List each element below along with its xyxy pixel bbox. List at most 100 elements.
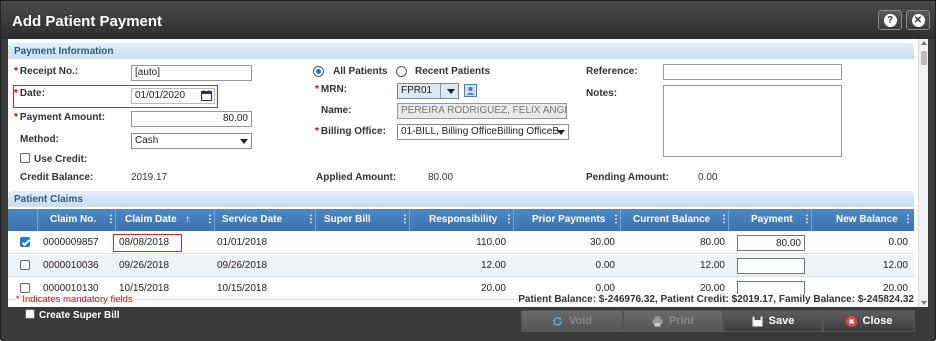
mrn-value: FPR01 xyxy=(401,85,433,96)
dialog-titlebar: Add Patient Payment ? ✕ xyxy=(1,1,935,39)
save-label: Save xyxy=(768,315,795,327)
date-label: * Date: xyxy=(14,88,45,99)
balances-summary: Patient Balance: $-246976.32, Patient Cr… xyxy=(518,294,914,305)
payment-amount-input[interactable]: 80.00 xyxy=(131,111,252,127)
chevron-down-icon xyxy=(557,130,565,135)
vertical-scrollbar[interactable] xyxy=(918,39,928,307)
reference-input[interactable] xyxy=(663,64,842,80)
service-date-cell: 09/26/2018 xyxy=(217,260,268,271)
close-label: Close xyxy=(862,315,893,327)
claim-date-cell: 09/26/2018 xyxy=(119,260,170,271)
add-patient-payment-dialog: Add Patient Payment ? ✕ Payment Informat… xyxy=(0,0,936,341)
recent-patients-label: Recent Patients xyxy=(415,66,491,77)
column-menu-icon[interactable]: ⋮ xyxy=(306,209,316,231)
date-value: 01/01/2020 xyxy=(135,90,186,101)
service-date-cell: 10/15/2018 xyxy=(217,283,268,294)
dialog-title: Add Patient Payment xyxy=(12,13,163,30)
column-super-bill[interactable]: Super Bill ⋮ xyxy=(316,209,410,231)
mrn-select[interactable]: FPR01 xyxy=(397,83,459,99)
claim-date-cell: 08/08/2018 xyxy=(119,237,170,248)
claim-no-cell: 0000009857 xyxy=(43,237,99,248)
refresh-icon xyxy=(552,316,563,327)
column-claim-no[interactable]: Claim No. ⋮ xyxy=(38,209,116,231)
table-row[interactable]: 0000009857 08/08/2018 01/01/2018 110.00 … xyxy=(8,232,914,254)
close-circle-icon xyxy=(845,315,857,327)
print-button[interactable]: Print xyxy=(623,310,723,332)
column-prior-payments[interactable]: Prior Payments ⋮ xyxy=(514,209,621,231)
save-icon xyxy=(752,316,763,327)
close-icon: ✕ xyxy=(911,13,925,27)
credit-balance-value: 2019.17 xyxy=(131,172,168,183)
use-credit-checkbox[interactable] xyxy=(20,153,30,163)
method-label: Method: xyxy=(20,134,59,145)
current-balance-cell: 12.00 xyxy=(699,260,725,271)
payment-input[interactable]: 80.00 xyxy=(737,235,805,251)
column-menu-icon[interactable]: ⋮ xyxy=(205,209,215,231)
patient-name-input: PEREIRA RODRIGUEZ, FELIX ANGEL L (E xyxy=(397,103,567,119)
void-button[interactable]: Void xyxy=(521,310,623,332)
new-balance-cell: 0.00 xyxy=(888,237,908,248)
mandatory-fields-note: * Indicates mandatory fields xyxy=(16,294,133,305)
pending-amount-label: Pending Amount: xyxy=(586,172,669,183)
column-menu-icon[interactable]: ⋮ xyxy=(504,209,514,231)
column-new-balance[interactable]: New Balance ⋮ xyxy=(812,209,914,231)
column-responsibility[interactable]: Responsibility ⋮ xyxy=(410,209,514,231)
row-select-checkbox[interactable] xyxy=(20,237,30,247)
row-select-checkbox[interactable] xyxy=(20,260,30,270)
column-menu-icon[interactable]: ⋮ xyxy=(611,209,621,231)
method-value: Cash xyxy=(135,135,159,146)
close-button[interactable]: Close xyxy=(823,310,915,332)
claim-no-cell: 0000010036 xyxy=(43,260,99,271)
row-select-checkbox[interactable] xyxy=(20,283,30,293)
all-patients-radio[interactable] xyxy=(313,66,324,77)
receipt-input[interactable]: [auto] xyxy=(131,65,252,81)
name-label: Name: xyxy=(321,105,352,116)
close-dialog-button[interactable]: ✕ xyxy=(906,10,930,30)
dialog-footer: Create Super Bill Void Print Save Close xyxy=(1,307,935,341)
mrn-label: * MRN: xyxy=(315,84,348,95)
responsibility-cell: 110.00 xyxy=(476,237,506,248)
help-button[interactable]: ? xyxy=(878,10,902,30)
patient-claims-header: Patient Claims xyxy=(8,191,914,207)
print-label: Print xyxy=(668,315,695,327)
recent-patients-radio[interactable] xyxy=(396,66,407,77)
service-date-cell: 01/01/2018 xyxy=(217,237,268,248)
credit-balance-label: Credit Balance: xyxy=(20,172,94,183)
claims-grid-header: Claim No. ⋮ Claim Date ↑ ⋮ Service Date ⋮ Su… xyxy=(8,209,914,231)
void-label: Void xyxy=(568,315,592,327)
pending-amount-value: 0.00 xyxy=(698,172,718,183)
column-current-balance[interactable]: Current Balance ⋮ xyxy=(621,209,729,231)
column-menu-icon[interactable]: ⋮ xyxy=(400,209,410,231)
column-payment[interactable]: Payment ⋮ xyxy=(729,209,812,231)
notes-label: Notes: xyxy=(586,88,618,99)
method-select[interactable]: Cash xyxy=(131,133,252,149)
payment-information-header: Payment Information xyxy=(8,43,914,59)
column-menu-icon[interactable]: ⋮ xyxy=(802,209,812,231)
payment-input[interactable] xyxy=(737,258,805,274)
printer-icon xyxy=(652,316,663,327)
billing-office-select[interactable]: 01-BILL, Billing OfficeBilling OfficeB xyxy=(397,124,569,140)
prior-payments-cell: 30.00 xyxy=(589,237,615,248)
chevron-down-icon xyxy=(240,139,248,144)
column-menu-icon[interactable]: ⋮ xyxy=(719,209,729,231)
prior-payments-cell: 0.00 xyxy=(595,260,615,271)
applied-amount-value: 80.00 xyxy=(428,172,454,183)
applied-amount-label: Applied Amount: xyxy=(316,172,397,183)
responsibility-cell: 12.00 xyxy=(480,260,506,271)
chevron-down-icon xyxy=(447,89,455,94)
column-service-date[interactable]: Service Date ⋮ xyxy=(215,209,316,231)
patient-lookup-icon[interactable] xyxy=(464,84,477,100)
notes-textarea[interactable] xyxy=(663,85,842,157)
create-super-bill-checkbox[interactable] xyxy=(25,309,35,319)
save-button[interactable]: Save xyxy=(723,310,823,332)
column-menu-icon[interactable]: ⋮ xyxy=(903,209,913,231)
calendar-icon[interactable] xyxy=(201,90,212,104)
dialog-body: Payment Information * Receipt No.: [auto]… xyxy=(8,39,928,307)
billing-office-label: * Billing Office: xyxy=(315,126,386,137)
column-claim-date[interactable]: Claim Date ↑ ⋮ xyxy=(116,209,215,231)
table-row[interactable]: 0000010036 09/26/2018 09/26/2018 12.00 0… xyxy=(8,255,914,277)
billing-office-value: 01-BILL, Billing OfficeBilling OfficeB xyxy=(401,126,560,137)
use-credit-label: Use Credit: xyxy=(34,154,88,165)
column-menu-icon[interactable]: ⋮ xyxy=(106,209,116,231)
responsibility-cell: 20.00 xyxy=(480,283,506,294)
